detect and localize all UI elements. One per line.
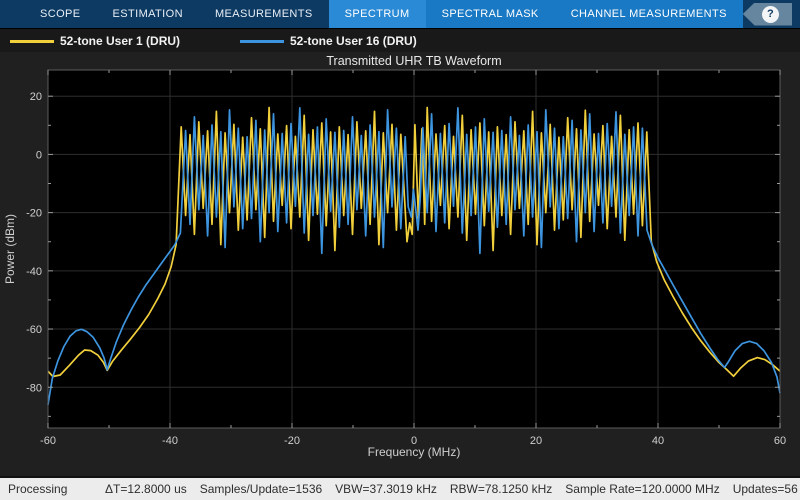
- help-button[interactable]: ?: [743, 3, 792, 26]
- y-axis-label: Power (dBm): [3, 214, 17, 284]
- tab-scope[interactable]: SCOPE: [24, 0, 97, 28]
- y-tick-label: -80: [26, 382, 42, 394]
- status-state: Processing: [0, 482, 105, 496]
- x-tick-label: -20: [284, 435, 300, 447]
- status-item: Samples/Update=1536: [200, 482, 322, 496]
- status-item: VBW=37.3019 kHz: [335, 482, 437, 496]
- tab-measurements[interactable]: MEASUREMENTS: [199, 0, 329, 28]
- help-icon[interactable]: ?: [762, 6, 779, 23]
- x-tick-label: -40: [162, 435, 178, 447]
- status-item: Updates=56: [733, 482, 798, 496]
- x-tick-label: 60: [774, 435, 786, 447]
- spectrum-plot[interactable]: -60-40-200204060200-20-40-60-80Transmitt…: [0, 52, 800, 476]
- y-tick-label: 20: [30, 91, 42, 103]
- status-item: RBW=78.1250 kHz: [450, 482, 552, 496]
- x-tick-label: -60: [40, 435, 56, 447]
- y-tick-label: -60: [26, 324, 42, 336]
- status-bar: Processing ΔT=12.8000 us Samples/Update=1…: [0, 476, 800, 500]
- tab-channel-measurements[interactable]: CHANNEL MEASUREMENTS: [555, 0, 743, 28]
- legend-item-1[interactable]: 52-tone User 1 (DRU): [10, 29, 180, 53]
- status-items: ΔT=12.8000 us Samples/Update=1536 VBW=37.3…: [105, 482, 800, 496]
- chart-title: Transmitted UHR TB Waveform: [326, 54, 501, 68]
- chart-region: -60-40-200204060200-20-40-60-80Transmitt…: [0, 52, 800, 476]
- legend-label: 52-tone User 1 (DRU): [60, 34, 180, 48]
- legend-label: 52-tone User 16 (DRU): [290, 34, 417, 48]
- toolstrip: SCOPEESTIMATIONMEASUREMENTSSPECTRUMSPECT…: [0, 0, 800, 28]
- y-tick-label: -40: [26, 266, 42, 278]
- legend-bar: 52-tone User 1 (DRU) 52-tone User 16 (DRU…: [0, 28, 800, 52]
- tab-spectrum[interactable]: SPECTRUM: [329, 0, 426, 28]
- x-tick-label: 40: [652, 435, 664, 447]
- legend-item-2[interactable]: 52-tone User 16 (DRU): [240, 29, 417, 53]
- tab-spectral-mask[interactable]: SPECTRAL MASK: [426, 0, 555, 28]
- status-item: Sample Rate=120.0000 MHz: [565, 482, 719, 496]
- x-tick-label: 20: [530, 435, 542, 447]
- toolbar-tabs: SCOPEESTIMATIONMEASUREMENTSSPECTRUMSPECT…: [24, 0, 743, 28]
- x-axis-label: Frequency (MHz): [368, 445, 461, 459]
- legend-line-swatch: [10, 40, 54, 43]
- legend-line-swatch: [240, 40, 284, 43]
- y-tick-label: -20: [26, 208, 42, 220]
- y-tick-label: 0: [36, 149, 42, 161]
- status-item: ΔT=12.8000 us: [105, 482, 187, 496]
- tab-estimation[interactable]: ESTIMATION: [97, 0, 199, 28]
